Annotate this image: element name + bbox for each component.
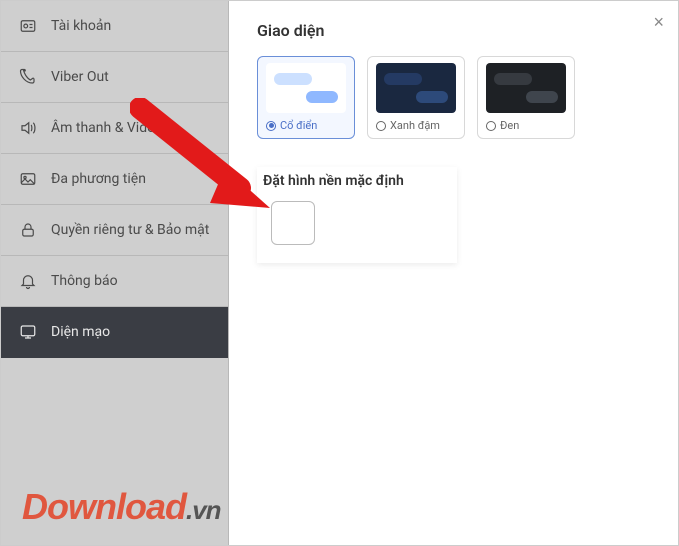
sidebar-item-viber-out[interactable]: Viber Out <box>1 52 228 103</box>
radio-unselected-icon <box>376 121 386 131</box>
sidebar-item-notifications[interactable]: Thông báo <box>1 256 228 307</box>
close-button[interactable]: × <box>653 13 664 31</box>
sidebar-item-label: Thông báo <box>51 273 118 289</box>
sidebar: Tài khoản Viber Out Âm thanh & Video Đa … <box>1 1 229 545</box>
sidebar-item-account[interactable]: Tài khoản <box>1 1 228 52</box>
theme-preview-black <box>486 63 566 113</box>
theme-options: Cổ điển Xanh đậm <box>257 56 650 139</box>
sidebar-item-media[interactable]: Đa phương tiện <box>1 154 228 205</box>
theme-label: Xanh đậm <box>390 119 440 132</box>
sidebar-item-appearance[interactable]: Diện mạo <box>1 307 228 358</box>
sidebar-item-label: Viber Out <box>51 69 109 85</box>
background-swatch-default[interactable] <box>271 201 315 245</box>
sidebar-item-privacy[interactable]: Quyền riêng tư & Bảo mật <box>1 205 228 256</box>
theme-option-black[interactable]: Đen <box>477 56 575 139</box>
sidebar-item-label: Diện mạo <box>51 324 110 340</box>
lock-icon <box>19 221 37 239</box>
media-icon <box>19 170 37 188</box>
radio-selected-icon <box>266 121 276 131</box>
theme-option-classic[interactable]: Cổ điển <box>257 56 355 139</box>
phone-icon <box>19 68 37 86</box>
appearance-icon <box>19 323 37 341</box>
background-title: Đặt hình nền mặc định <box>257 173 457 189</box>
theme-label: Cổ điển <box>280 119 317 132</box>
sidebar-item-label: Đa phương tiện <box>51 171 146 187</box>
bell-icon <box>19 272 37 290</box>
interface-title: Giao diện <box>257 21 650 40</box>
sidebar-item-label: Tài khoản <box>51 18 111 34</box>
theme-option-darkblue[interactable]: Xanh đậm <box>367 56 465 139</box>
speaker-icon <box>19 119 37 137</box>
default-background-section: Đặt hình nền mặc định <box>257 167 457 263</box>
sidebar-item-audio-video[interactable]: Âm thanh & Video <box>1 103 228 154</box>
theme-label: Đen <box>500 119 519 132</box>
theme-preview-darkblue <box>376 63 456 113</box>
sidebar-item-label: Âm thanh & Video <box>51 120 163 136</box>
sidebar-item-label: Quyền riêng tư & Bảo mật <box>51 222 209 238</box>
theme-preview-classic <box>266 63 346 113</box>
radio-unselected-icon <box>486 121 496 131</box>
content-panel: × Giao diện Cổ điển <box>229 1 678 545</box>
account-icon <box>19 17 37 35</box>
